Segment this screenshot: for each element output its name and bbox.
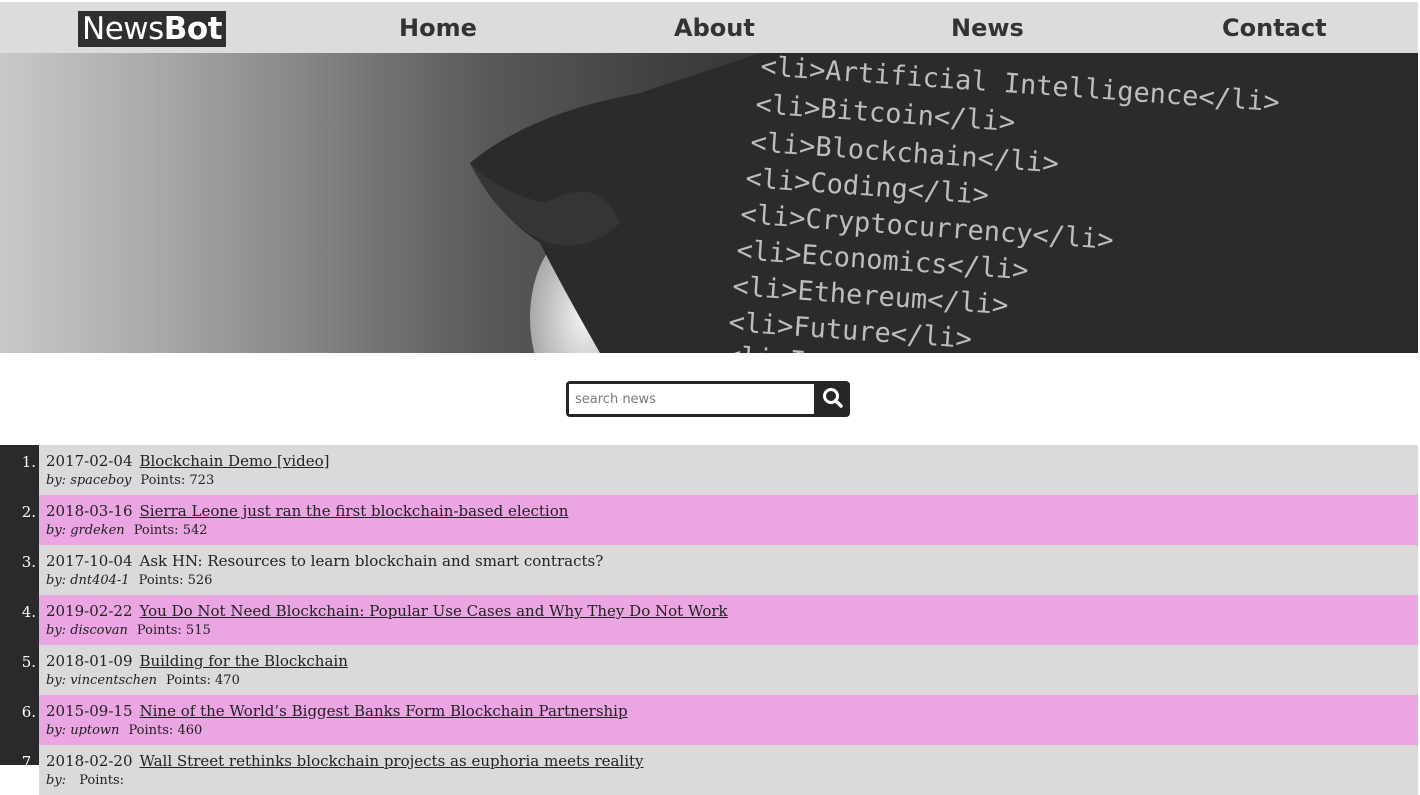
item-author: discovan bbox=[70, 623, 128, 638]
item-title-link[interactable]: Nine of the World’s Biggest Banks Form B… bbox=[139, 702, 627, 720]
item-number: 2. bbox=[21, 503, 36, 521]
list-item: 1. 2017-02-04 Blockchain Demo [video] by:… bbox=[0, 445, 1418, 495]
item-date: 2019-02-22 bbox=[46, 602, 133, 620]
item-title-link[interactable]: Blockchain Demo [video] bbox=[139, 452, 329, 470]
item-points-label: Points: bbox=[166, 673, 211, 688]
item-date: 2017-10-04 bbox=[46, 552, 133, 570]
item-points: 526 bbox=[187, 573, 213, 588]
item-by-label: by: bbox=[46, 723, 67, 738]
item-points: 470 bbox=[215, 673, 240, 688]
hero-image: <li>Artificial Intelligence</li> <li>Bit… bbox=[470, 53, 1418, 353]
item-by-label: by: bbox=[46, 473, 67, 488]
item-title-link[interactable]: Wall Street rethinks blockchain projects… bbox=[139, 752, 643, 770]
list-item: 5. 2018-01-09 Building for the Blockchain… bbox=[0, 645, 1418, 695]
item-author: uptown bbox=[70, 723, 120, 738]
item-author: spaceboy bbox=[70, 473, 132, 488]
item-author: grdeken bbox=[70, 523, 125, 538]
item-author: vincentschen bbox=[70, 673, 158, 688]
item-by-label: by: bbox=[46, 773, 67, 788]
item-points: 723 bbox=[189, 473, 215, 488]
list-item: 2. 2018-03-16 Sierra Leone just ran the f… bbox=[0, 495, 1418, 545]
hero-banner: <li>Artificial Intelligence</li> <li>Bit… bbox=[0, 53, 1418, 353]
list-item: 4. 2019-02-22 You Do Not Need Blockchain:… bbox=[0, 595, 1418, 645]
item-title-link[interactable]: You Do Not Need Blockchain: Popular Use … bbox=[139, 602, 727, 620]
item-date: 2017-02-04 bbox=[46, 452, 133, 470]
item-points-label: Points: bbox=[136, 623, 182, 638]
item-number: 6. bbox=[21, 703, 36, 721]
item-number: 3. bbox=[21, 553, 36, 571]
item-date: 2018-03-16 bbox=[46, 502, 133, 520]
item-by-label: by: bbox=[46, 623, 67, 638]
item-points: 542 bbox=[182, 523, 208, 538]
search-input[interactable] bbox=[569, 384, 814, 414]
item-date: 2018-02-20 bbox=[46, 752, 133, 770]
search-icon bbox=[823, 388, 843, 408]
list-item: 6. 2015-09-15 Nine of the World’s Biggest… bbox=[0, 695, 1418, 745]
item-by-label: by: bbox=[46, 573, 67, 588]
item-points-label: Points: bbox=[133, 523, 179, 538]
nav-news-link[interactable]: News bbox=[951, 13, 1024, 43]
item-title-link[interactable]: Building for the Blockchain bbox=[139, 652, 347, 670]
item-number: 4. bbox=[21, 603, 36, 621]
item-number: 5. bbox=[21, 653, 36, 671]
nav-home-link[interactable]: Home bbox=[399, 13, 477, 43]
item-number: 1. bbox=[21, 453, 36, 471]
logo-text-news: News bbox=[82, 11, 164, 47]
list-item: 7. 2018-02-20 Wall Street rethinks blockc… bbox=[0, 745, 1418, 795]
item-author: dnt404-1 bbox=[70, 573, 130, 588]
nav-about-link[interactable]: About bbox=[674, 13, 755, 43]
search-button[interactable] bbox=[816, 381, 850, 417]
item-date: 2018-01-09 bbox=[46, 652, 133, 670]
nav-contact-link[interactable]: Contact bbox=[1222, 13, 1327, 43]
item-points: 460 bbox=[177, 723, 203, 738]
item-points-label: Points: bbox=[140, 473, 186, 488]
item-points-label: Points: bbox=[138, 573, 184, 588]
item-points-label: Points: bbox=[128, 723, 174, 738]
logo-text-bot: Bot bbox=[163, 11, 223, 47]
search-bar bbox=[566, 381, 850, 417]
list-item: 3. 2017-10-04 Ask HN: Resources to learn … bbox=[0, 545, 1418, 595]
item-points-label: Points: bbox=[79, 773, 125, 788]
newsbot-logo[interactable]: NewsBot bbox=[78, 11, 227, 47]
item-by-label: by: bbox=[46, 673, 67, 688]
top-nav: NewsBot Home About News Contact bbox=[0, 2, 1418, 53]
item-date: 2015-09-15 bbox=[46, 702, 133, 720]
news-list: 1. 2017-02-04 Blockchain Demo [video] by:… bbox=[0, 445, 1418, 795]
item-title-text: Ask HN: Resources to learn blockchain an… bbox=[139, 552, 604, 570]
item-number: 7. bbox=[21, 753, 36, 771]
item-by-label: by: bbox=[46, 523, 67, 538]
item-points: 515 bbox=[185, 623, 211, 638]
item-title-link[interactable]: Sierra Leone just ran the first blockcha… bbox=[139, 502, 568, 520]
